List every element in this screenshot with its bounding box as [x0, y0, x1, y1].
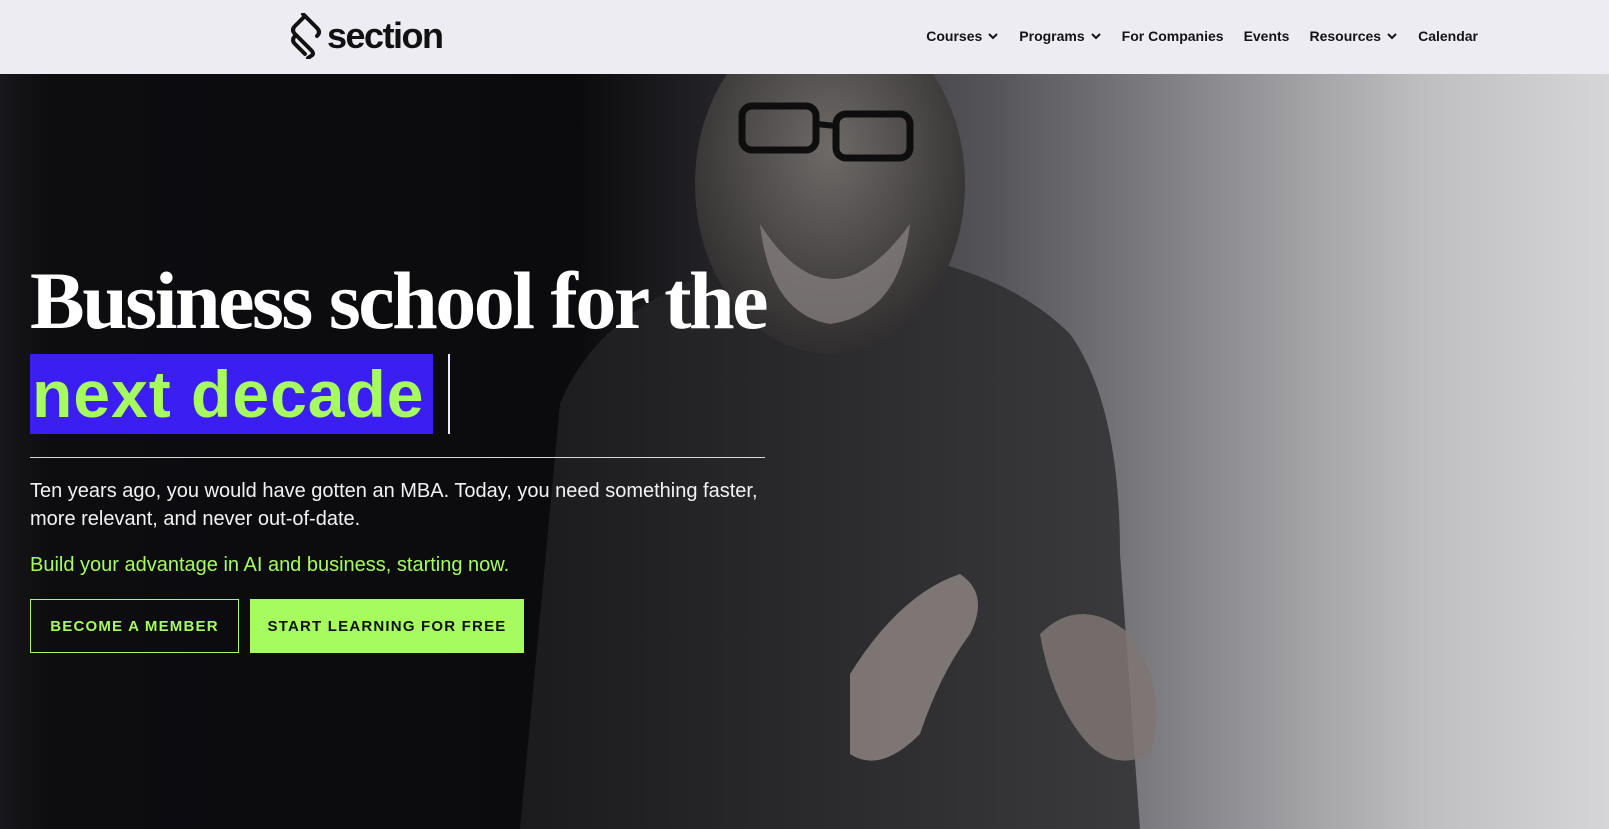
chevron-down-icon: [1387, 33, 1397, 40]
nav-label: Courses: [926, 28, 983, 44]
nav-item-programs[interactable]: Programs: [1019, 28, 1101, 44]
typing-caret: [448, 354, 450, 434]
top-navigation-bar: section Courses Programs For Companies E…: [0, 0, 1609, 74]
nav-label: Programs: [1019, 28, 1085, 44]
nav-item-calendar[interactable]: Calendar: [1418, 28, 1478, 44]
hero-headline: Business school for the: [30, 255, 769, 346]
nav-item-events[interactable]: Events: [1244, 28, 1290, 44]
nav-item-courses[interactable]: Courses: [926, 28, 999, 44]
chevron-down-icon: [1090, 33, 1101, 40]
hero-headline-highlight: next decade: [30, 354, 433, 434]
nav-item-for-companies[interactable]: For Companies: [1122, 28, 1224, 44]
become-a-member-button[interactable]: BECOME A MEMBER: [30, 599, 239, 653]
main-nav: Courses Programs For Companies Events Re…: [926, 0, 1478, 72]
nav-label: For Companies: [1121, 28, 1224, 44]
section-logo-icon: [291, 13, 321, 59]
start-learning-for-free-button[interactable]: START LEARNING FOR FREE: [250, 599, 524, 653]
nav-item-resources[interactable]: Resources: [1309, 28, 1398, 44]
hero-divider: [30, 457, 765, 458]
hero-tagline: Build your advantage in AI and business,…: [30, 554, 510, 576]
hero-section: Business school for the next decade Ten …: [0, 74, 1609, 829]
chevron-down-icon: [988, 33, 999, 40]
section-logo[interactable]: section: [289, 13, 444, 59]
hero-description: Ten years ago, you would have gotten an …: [30, 480, 758, 530]
nav-label: Events: [1243, 28, 1290, 44]
nav-label: Calendar: [1418, 28, 1478, 44]
hero-background-video-person: [520, 74, 1157, 829]
brand-name: section: [327, 15, 444, 56]
nav-label: Resources: [1309, 28, 1382, 44]
